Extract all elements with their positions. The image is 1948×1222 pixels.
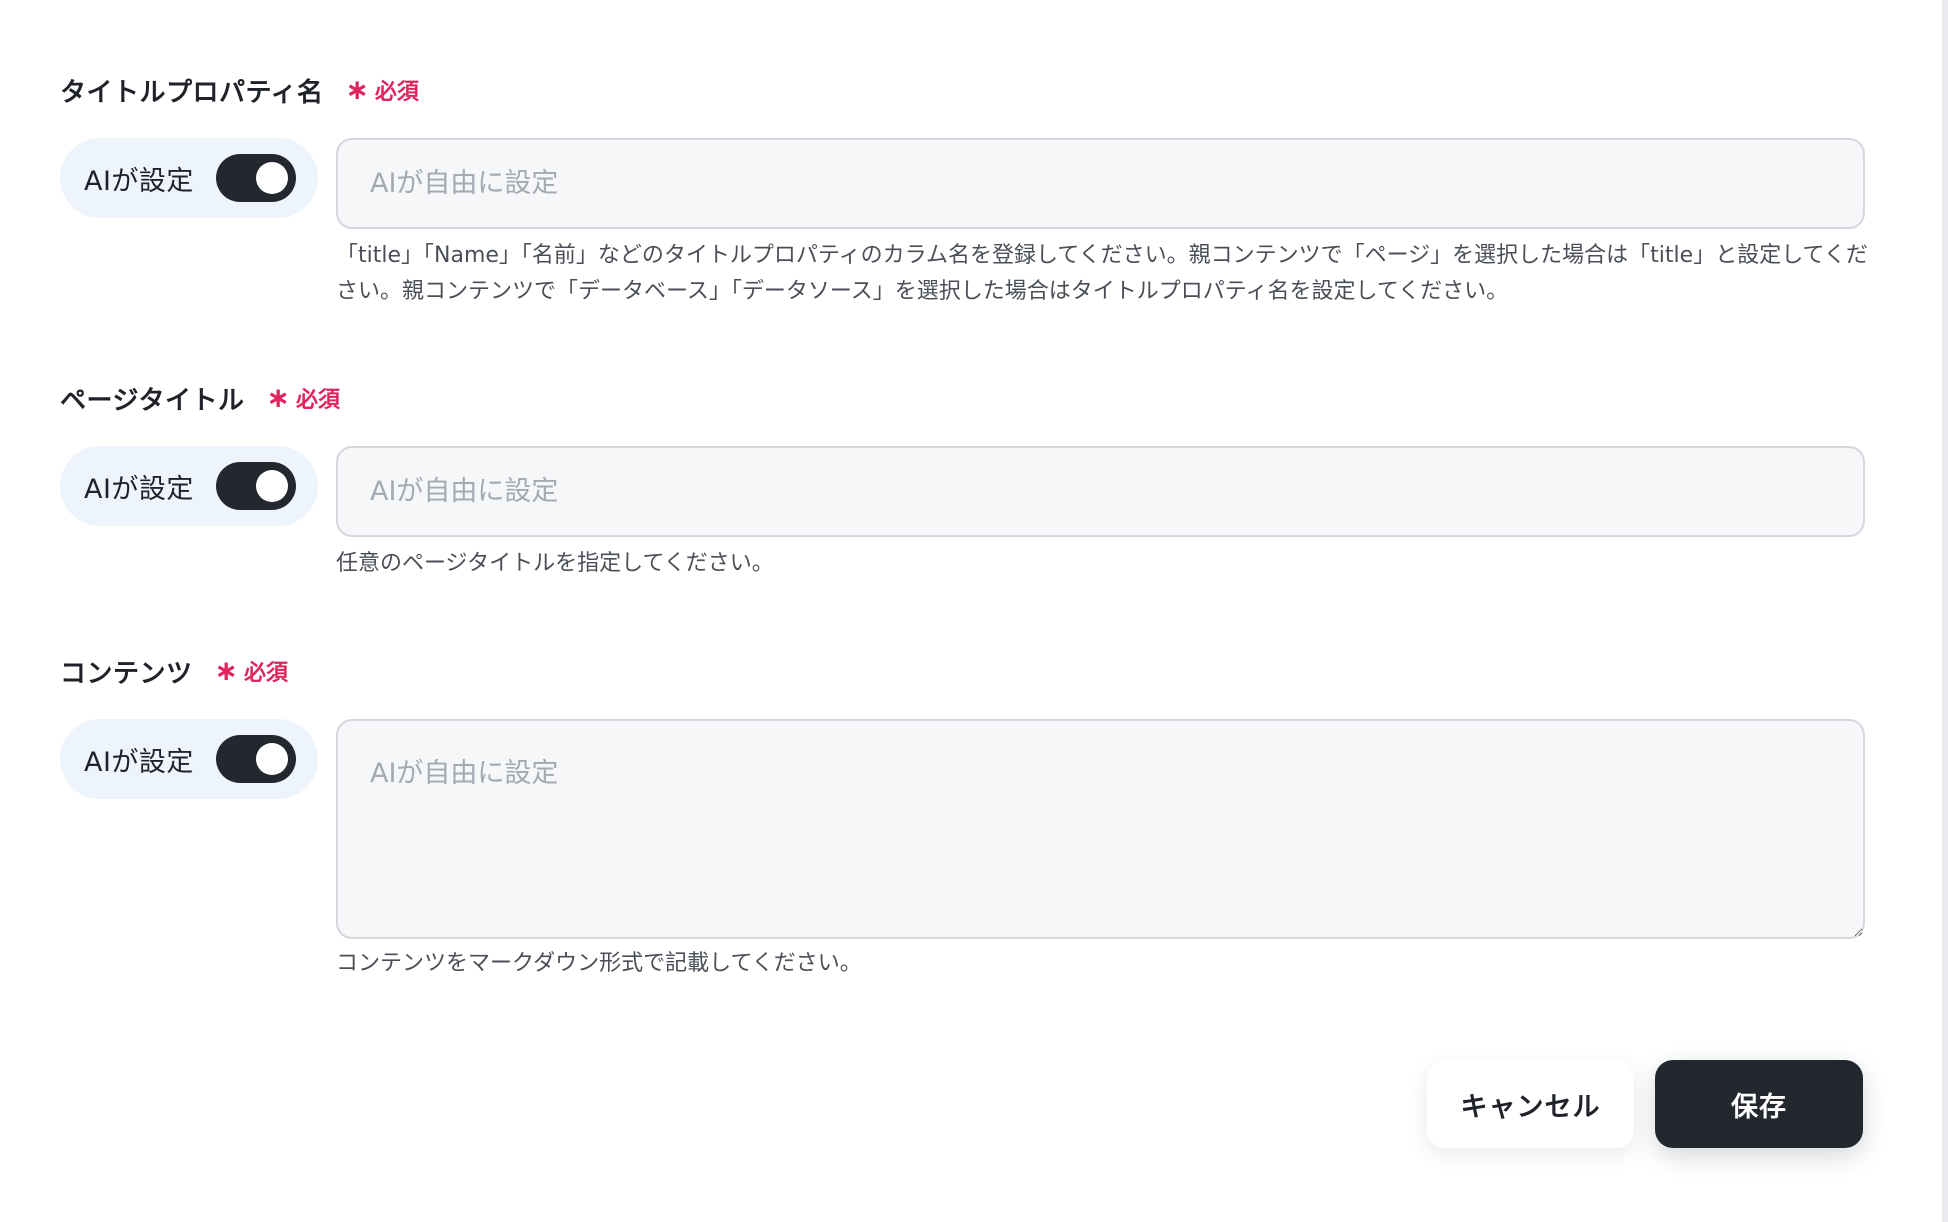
content-textarea[interactable]: [336, 719, 1865, 939]
field-title-property: タイトルプロパティ名 ∗ 必須 AIが設定 「title」「Name」「名前」な…: [60, 70, 1868, 320]
field-help-text: 任意のページタイトルを指定してください。: [336, 546, 1876, 582]
toggle-knob: [256, 470, 288, 502]
ai-setting-toggle[interactable]: AIが設定: [60, 138, 318, 218]
toggle-switch[interactable]: [216, 462, 296, 510]
required-badge: ∗ 必須: [215, 655, 288, 687]
title-property-input[interactable]: [336, 138, 1865, 229]
help-text-line: コンテンツをマークダウン形式で記載してください。: [336, 951, 862, 976]
toggle-switch[interactable]: [216, 735, 296, 783]
toggle-switch[interactable]: [216, 154, 296, 202]
save-button[interactable]: 保存: [1655, 1060, 1863, 1148]
page-title-input[interactable]: [336, 446, 1865, 537]
field-label-row: タイトルプロパティ名 ∗ 必須: [60, 70, 1865, 110]
field-label: コンテンツ: [60, 658, 193, 689]
field-label-row: コンテンツ ∗ 必須: [60, 651, 1865, 691]
field-help-text: コンテンツをマークダウン形式で記載してください。: [336, 946, 1876, 982]
ai-setting-label: AIが設定: [84, 746, 194, 778]
asterisk-icon: ∗: [214, 654, 238, 687]
field-label: タイトルプロパティ名: [60, 77, 324, 108]
field-page-title: ページタイトル ∗ 必須 AIが設定 任意のページタイトルを指定してください。: [60, 378, 1865, 588]
field-label: ページタイトル: [60, 385, 245, 416]
ai-setting-toggle[interactable]: AIが設定: [60, 446, 318, 526]
required-text: 必須: [243, 661, 288, 686]
required-text: 必須: [374, 80, 419, 105]
help-text-line: さい。親コンテンツで「データベース」「データソース」を選択した場合はタイトルプロ…: [336, 279, 1509, 304]
vertical-scrollbar[interactable]: [1942, 0, 1948, 1222]
ai-setting-toggle[interactable]: AIが設定: [60, 719, 318, 799]
required-badge: ∗ 必須: [266, 382, 339, 414]
required-badge: ∗ 必須: [345, 74, 418, 106]
asterisk-icon: ∗: [345, 73, 369, 106]
toggle-knob: [256, 162, 288, 194]
toggle-knob: [256, 743, 288, 775]
ai-setting-label: AIが設定: [84, 165, 194, 197]
cancel-button[interactable]: キャンセル: [1427, 1060, 1634, 1148]
help-text-line: 任意のページタイトルを指定してください。: [336, 551, 774, 576]
field-content: コンテンツ ∗ 必須 AIが設定 コンテンツをマークダウン形式で記載してください…: [60, 651, 1865, 991]
help-text-line: 「title」「Name」「名前」などのタイトルプロパティのカラム名を登録してく…: [336, 243, 1868, 268]
ai-setting-label: AIが設定: [84, 473, 194, 505]
field-help-text: 「title」「Name」「名前」などのタイトルプロパティのカラム名を登録してく…: [336, 238, 1876, 310]
required-text: 必須: [295, 388, 340, 413]
field-label-row: ページタイトル ∗ 必須: [60, 378, 1865, 418]
asterisk-icon: ∗: [266, 381, 290, 414]
